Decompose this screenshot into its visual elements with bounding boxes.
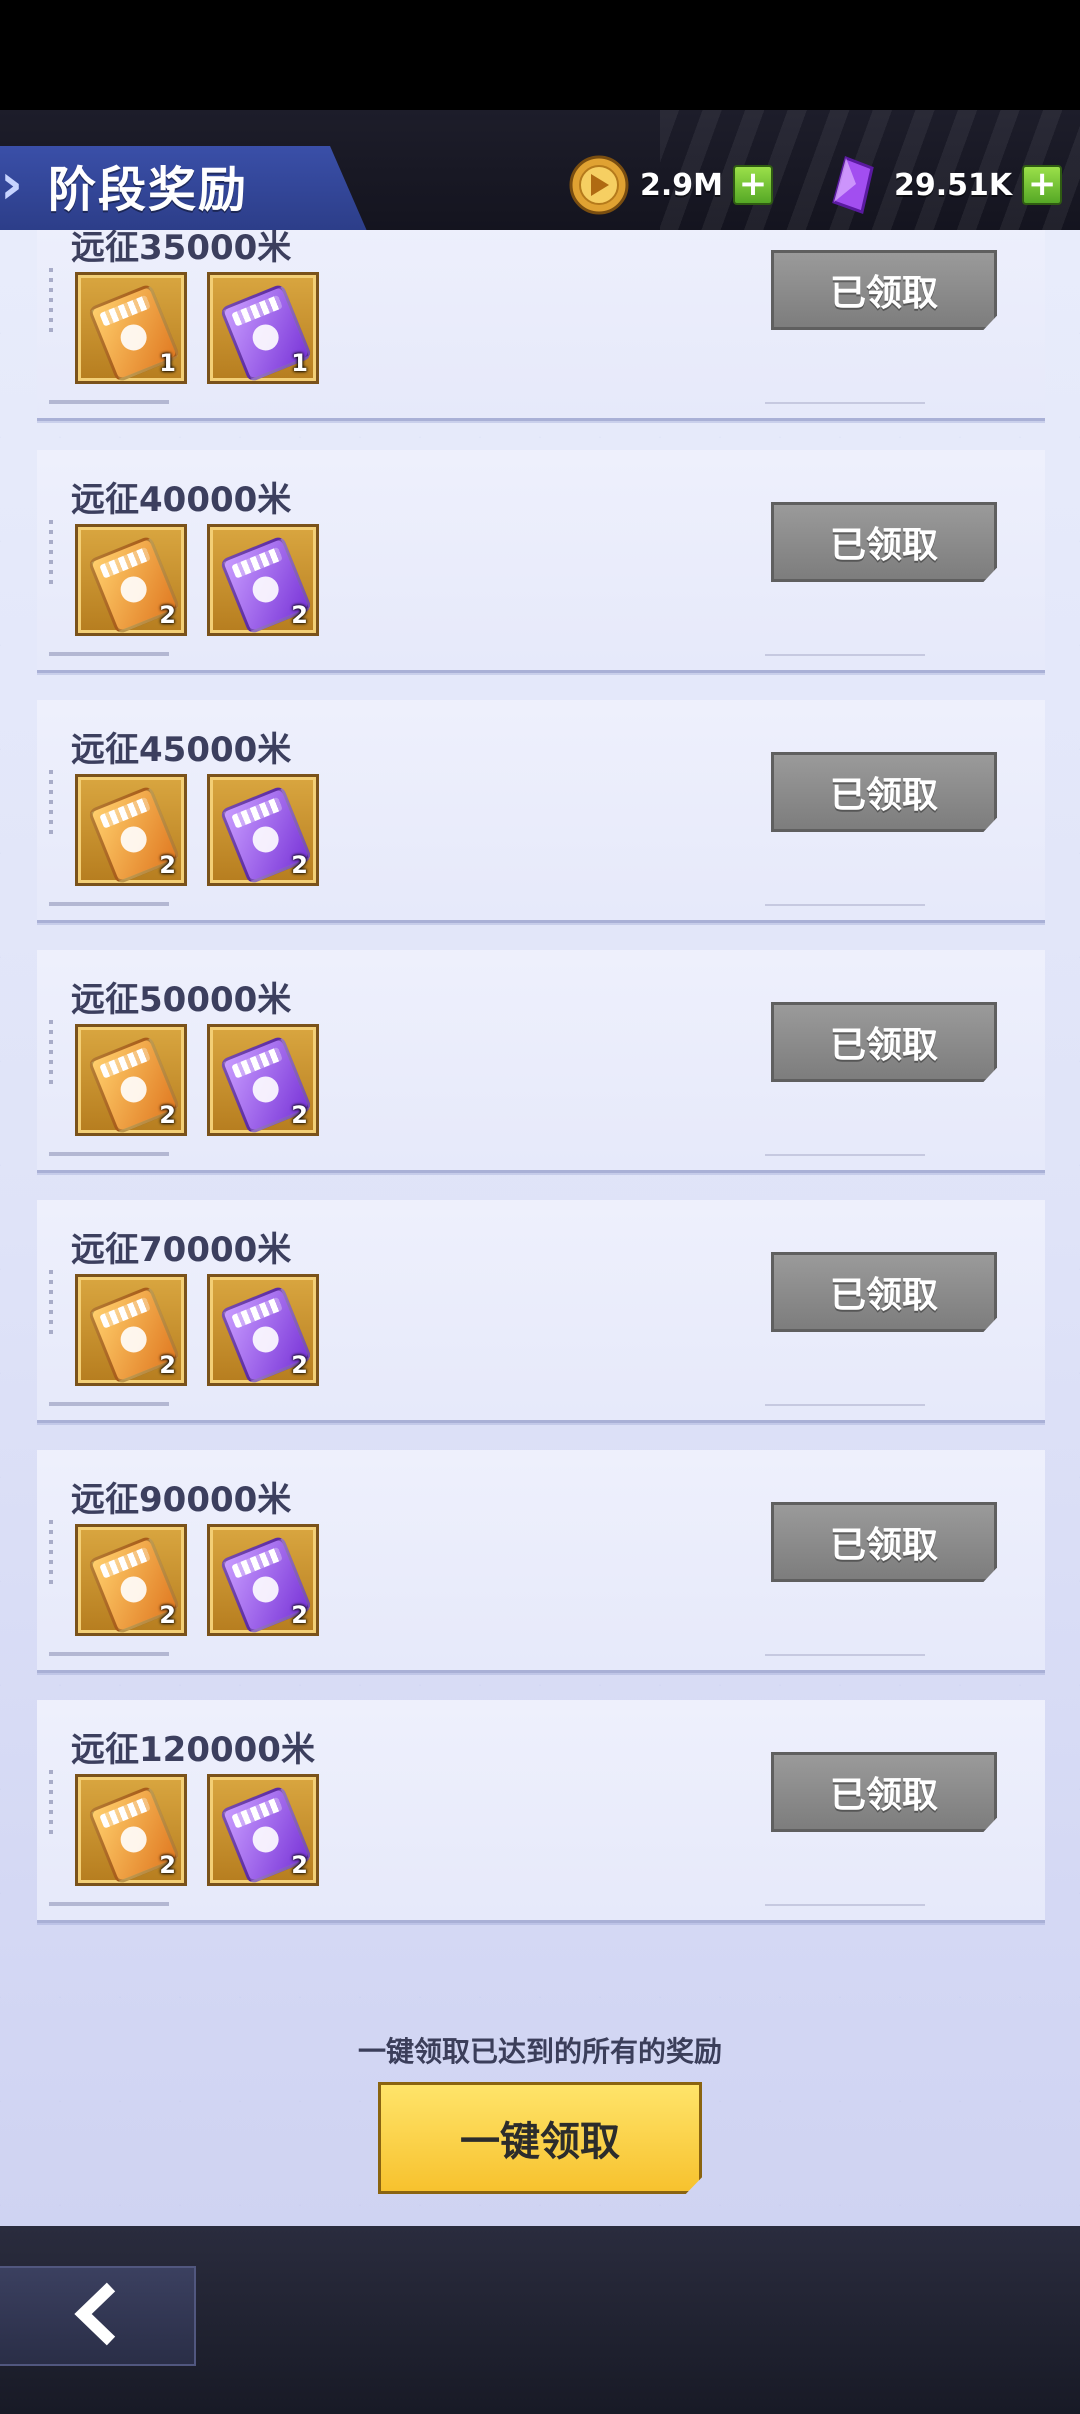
reward-count: 2	[159, 1601, 176, 1629]
claim-all-hint: 一键领取已达到的所有的奖励	[357, 2035, 722, 2068]
stage-label: 远征50000米	[71, 980, 292, 1020]
reward-count: 2	[291, 601, 308, 629]
stage-card: 远征90000米 2 2 已领取	[37, 1450, 1045, 1673]
reward-item[interactable]: 2	[75, 1024, 187, 1136]
reward-count: 2	[159, 1851, 176, 1879]
stage-label: 远征45000米	[71, 730, 292, 770]
stage-card: 远征70000米 2 2 已领取	[37, 1200, 1045, 1423]
stage-label: 远征120000米	[71, 1730, 315, 1770]
claimed-button[interactable]: 已领取	[771, 1252, 997, 1332]
add-crystal-button[interactable]: +	[1022, 165, 1063, 205]
reward-item[interactable]: 1	[75, 272, 187, 384]
gold-coin-icon	[568, 154, 630, 216]
claimed-button[interactable]: 已领取	[771, 1752, 997, 1832]
reward-count: 1	[291, 349, 308, 377]
title-chevron-icon: ›	[0, 152, 24, 217]
currency-crystal: 29.51K +	[822, 150, 1063, 220]
stage-card: 远征35000米 1 1 已领取	[37, 230, 1045, 421]
reward-item[interactable]: 2	[207, 1524, 319, 1636]
claimed-button[interactable]: 已领取	[771, 1002, 997, 1082]
claim-all-button[interactable]: 一键领取	[378, 2082, 702, 2194]
crystal-amount: 29.51K	[894, 167, 1013, 203]
chevron-left-icon	[67, 2279, 127, 2353]
gold-amount: 2.9M	[640, 167, 723, 203]
reward-item[interactable]: 2	[207, 1774, 319, 1886]
reward-count: 2	[159, 1351, 176, 1379]
reward-item[interactable]: 2	[207, 1024, 319, 1136]
stage-card: 远征50000米 2 2 已领取	[37, 950, 1045, 1173]
reward-count: 2	[291, 1351, 308, 1379]
reward-item[interactable]: 2	[75, 1774, 187, 1886]
reward-count: 2	[159, 601, 176, 629]
claimed-button[interactable]: 已领取	[771, 250, 997, 330]
reward-item[interactable]: 2	[75, 1274, 187, 1386]
status-bar	[0, 0, 1080, 110]
reward-item[interactable]: 2	[75, 774, 187, 886]
bottom-bar	[0, 2226, 1080, 2414]
stage-card: 远征120000米 2 2 已领取	[37, 1700, 1045, 1923]
purple-crystal-icon	[822, 154, 884, 216]
reward-item[interactable]: 2	[207, 774, 319, 886]
reward-item[interactable]: 2	[207, 524, 319, 636]
reward-count: 2	[291, 851, 308, 879]
reward-item[interactable]: 2	[75, 524, 187, 636]
stage-reward-list[interactable]: 远征35000米 1 1 已领取 远征40000米 2 2 已领取 远征4500…	[37, 230, 1045, 2000]
claimed-button[interactable]: 已领取	[771, 1502, 997, 1582]
reward-item[interactable]: 2	[207, 1274, 319, 1386]
back-button[interactable]	[0, 2266, 196, 2366]
stage-card: 远征45000米 2 2 已领取	[37, 700, 1045, 923]
reward-count: 2	[291, 1851, 308, 1879]
page-title: 阶段奖励	[48, 162, 249, 218]
currency-gold: 2.9M +	[568, 150, 773, 220]
reward-count: 1	[159, 349, 176, 377]
reward-count: 2	[291, 1601, 308, 1629]
claimed-button[interactable]: 已领取	[771, 502, 997, 582]
stage-label: 远征35000米	[71, 230, 292, 268]
reward-item[interactable]: 2	[75, 1524, 187, 1636]
content-area: 远征35000米 1 1 已领取 远征40000米 2 2 已领取 远征4500…	[0, 230, 1080, 2226]
reward-item[interactable]: 1	[207, 272, 319, 384]
stage-label: 远征40000米	[71, 480, 292, 520]
reward-count: 2	[159, 1101, 176, 1129]
reward-count: 2	[159, 851, 176, 879]
add-gold-button[interactable]: +	[733, 165, 773, 205]
claimed-button[interactable]: 已领取	[771, 752, 997, 832]
stage-label: 远征90000米	[71, 1480, 292, 1520]
stage-label: 远征70000米	[71, 1230, 292, 1270]
reward-count: 2	[291, 1101, 308, 1129]
stage-card: 远征40000米 2 2 已领取	[37, 450, 1045, 673]
